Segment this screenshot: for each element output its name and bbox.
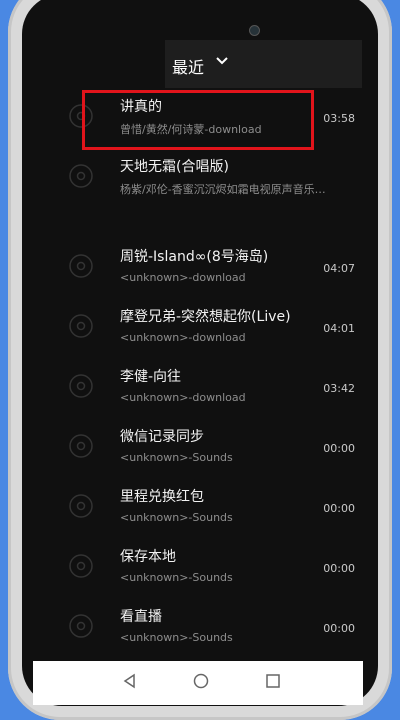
disc-icon (69, 254, 93, 278)
song-artist: <unknown>-Sounds (120, 631, 233, 644)
song-duration: 00:00 (323, 502, 355, 515)
song-artist: <unknown>-Sounds (120, 451, 233, 464)
song-title: 里程兑换红包 (120, 489, 204, 505)
song-artist: 杨紫/邓伦-香蜜沉沉烬如霜电视原声音乐… (120, 183, 326, 196)
song-row[interactable]: 讲真的 曾惜/黄然/何诗蒙-download 03:58 (32, 88, 362, 150)
song-artist: <unknown>-Sounds (120, 571, 233, 584)
song-title: 保存本地 (120, 549, 176, 565)
song-duration: 00:00 (323, 622, 355, 635)
disc-icon (69, 164, 93, 188)
song-title: 摩登兄弟-突然想起你(Live) (120, 309, 291, 325)
disc-icon (69, 314, 93, 338)
recents-square-icon[interactable] (265, 673, 281, 689)
song-duration: 03:42 (323, 382, 355, 395)
song-row[interactable]: 保存本地 <unknown>-Sounds 00:00 (32, 538, 362, 598)
song-row[interactable]: 天地无霜(合唱版) 杨紫/邓伦-香蜜沉沉烬如霜电视原声音乐… (32, 148, 362, 208)
chevron-down-icon (216, 57, 228, 65)
filter-dropdown[interactable]: 最近 (165, 40, 362, 88)
song-artist: <unknown>-download (120, 331, 246, 344)
song-row[interactable]: 李健-向往 <unknown>-download 03:42 (32, 358, 362, 418)
highlight-box (82, 90, 314, 150)
song-artist: <unknown>-Sounds (120, 511, 233, 524)
song-title: 周锐-Island∞(8号海岛) (120, 249, 269, 265)
home-circle-icon[interactable] (193, 673, 209, 689)
song-row[interactable]: 摩登兄弟-突然想起你(Live) <unknown>-download 04:0… (32, 298, 362, 358)
song-title: 李健-向往 (120, 369, 182, 385)
filter-label: 最近 (172, 58, 205, 77)
song-title: 看直播 (120, 609, 162, 625)
song-row[interactable]: 里程兑换红包 <unknown>-Sounds 00:00 (32, 478, 362, 538)
song-artist: <unknown>-download (120, 271, 246, 284)
back-triangle-icon[interactable] (122, 673, 136, 689)
song-duration: 00:00 (323, 562, 355, 575)
music-app-screen: 最近 讲真的 曾惜/黄然/何诗蒙-download 03:58 天地无霜(合唱版… (32, 0, 362, 711)
song-duration: 04:01 (323, 322, 355, 335)
song-row[interactable]: 微信记录同步 <unknown>-Sounds 00:00 (32, 418, 362, 478)
song-duration: 04:07 (323, 262, 355, 275)
disc-icon (69, 554, 93, 578)
disc-icon (69, 374, 93, 398)
song-artist: <unknown>-download (120, 391, 246, 404)
song-duration: 00:00 (323, 442, 355, 455)
song-row[interactable]: 看直播 <unknown>-Sounds 00:00 (32, 598, 362, 658)
system-navigation-bar (33, 661, 363, 705)
disc-icon (69, 494, 93, 518)
disc-icon (69, 614, 93, 638)
song-title: 天地无霜(合唱版) (120, 159, 229, 175)
song-duration: 03:58 (323, 112, 355, 125)
song-row[interactable]: 周锐-Island∞(8号海岛) <unknown>-download 04:0… (32, 238, 362, 298)
disc-icon (69, 434, 93, 458)
song-title: 微信记录同步 (120, 429, 204, 445)
